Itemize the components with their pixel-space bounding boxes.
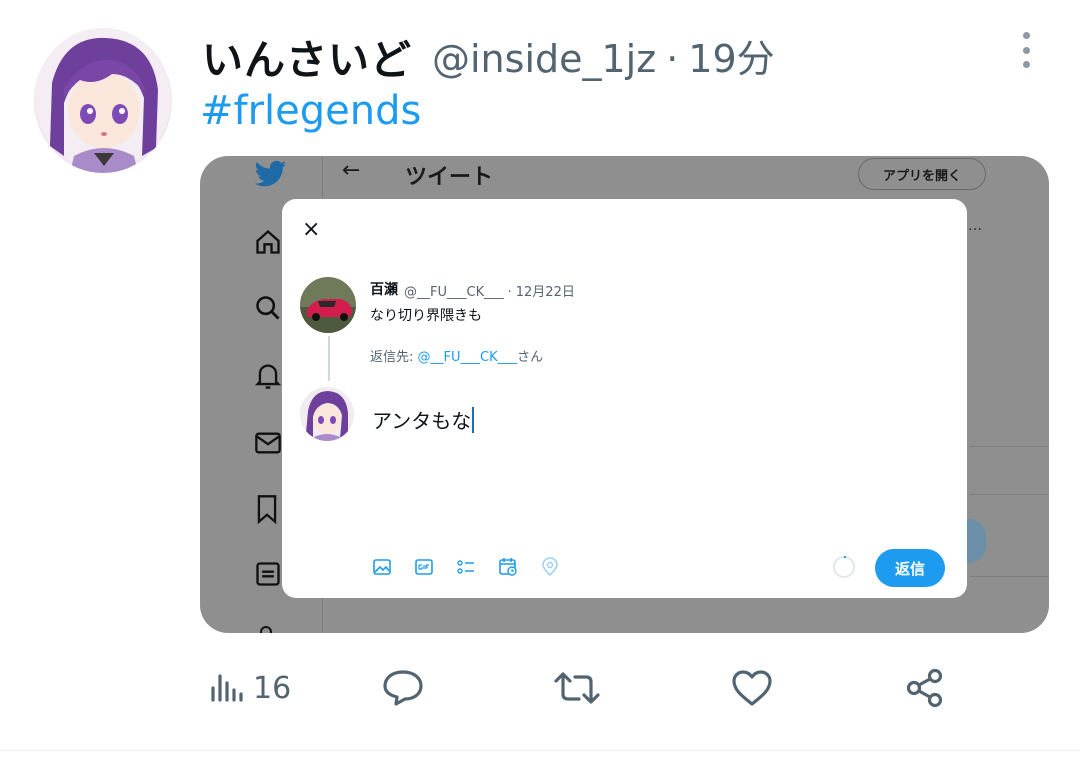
reply-submit-button: 返信 [875, 549, 945, 587]
bg-divider [970, 446, 1049, 447]
views-icon [211, 674, 243, 702]
composer-avatar [300, 387, 354, 441]
gif-icon [414, 557, 434, 577]
more-options-icon[interactable] [1014, 30, 1038, 70]
home-icon [256, 229, 280, 254]
character-count-ring [831, 554, 857, 580]
like-button[interactable] [730, 666, 774, 710]
reply-to-handle: @__FU___CK___ [417, 350, 518, 365]
bell-icon [254, 364, 282, 389]
close-icon: × [302, 217, 321, 242]
share-button[interactable] [904, 666, 946, 710]
poll-icon [456, 557, 476, 577]
tweet-media-image[interactable]: ← ツイート アプリを開く … × 百瀬 @__FU___CK___ · 12月22… [200, 156, 1049, 633]
list-icon [256, 562, 280, 586]
back-arrow-icon: ← [342, 158, 361, 183]
open-app-button: アプリを開く [858, 158, 986, 190]
text-caret [472, 406, 475, 433]
schedule-icon [498, 557, 518, 577]
views-button[interactable]: 16 [209, 666, 291, 710]
hashtag-link[interactable]: #frlegends [200, 88, 421, 134]
search-icon [256, 296, 280, 320]
quoted-author-handle: @__FU___CK___ [404, 285, 504, 300]
thread-line [328, 336, 330, 381]
composer-toolbar [372, 557, 560, 577]
author-handle[interactable]: @inside_1jz [432, 37, 656, 81]
reply-icon [383, 670, 423, 706]
quoted-author-meta: @__FU___CK___ · 12月22日 [404, 281, 575, 300]
quoted-date: 12月22日 [515, 285, 575, 300]
twitter-bird-icon [254, 160, 286, 187]
image-icon [372, 557, 392, 577]
views-count: 16 [253, 670, 292, 706]
meta-separator: · [666, 37, 679, 81]
quoted-avatar [300, 277, 356, 333]
reply-to-line: 返信先: @__FU___CK___さん [370, 346, 543, 365]
bg-divider [970, 494, 1049, 495]
reply-to-suffix: さん [517, 350, 544, 365]
quoted-author-name: 百瀬 [370, 282, 398, 298]
bg-divider [970, 576, 1049, 577]
location-icon [540, 557, 560, 577]
retweet-button[interactable] [553, 666, 601, 710]
more-sidebar-icon [260, 626, 272, 633]
author-avatar[interactable] [34, 28, 172, 173]
bookmark-icon [257, 495, 277, 524]
reply-compose-text: アンタもな [372, 409, 472, 433]
reply-compose-field: アンタもな [372, 405, 475, 434]
reply-button[interactable] [381, 666, 425, 710]
bg-ellipsis-icon: … [968, 218, 983, 234]
quoted-separator: · [507, 285, 512, 300]
reply-to-prefix: 返信先: [370, 350, 418, 365]
author-display-name[interactable]: いんさいど [202, 26, 412, 86]
bg-page-title: ツイート [405, 165, 494, 190]
like-icon [732, 670, 772, 706]
quoted-text: なり切り界隈きも [370, 308, 482, 324]
share-icon [906, 668, 943, 708]
retweet-icon [554, 672, 600, 704]
tweet-meta: @inside_1jz · 19分 [432, 28, 775, 83]
mail-icon [255, 432, 281, 454]
tweet-divider [0, 750, 1080, 751]
tweet-time[interactable]: 19分 [688, 37, 774, 81]
reply-dialog: × 百瀬 @__FU___CK___ · 12月22日 なり切り界隈きも 返信先: … [282, 199, 967, 598]
tweet-action-bar: 16 [0, 666, 1080, 710]
